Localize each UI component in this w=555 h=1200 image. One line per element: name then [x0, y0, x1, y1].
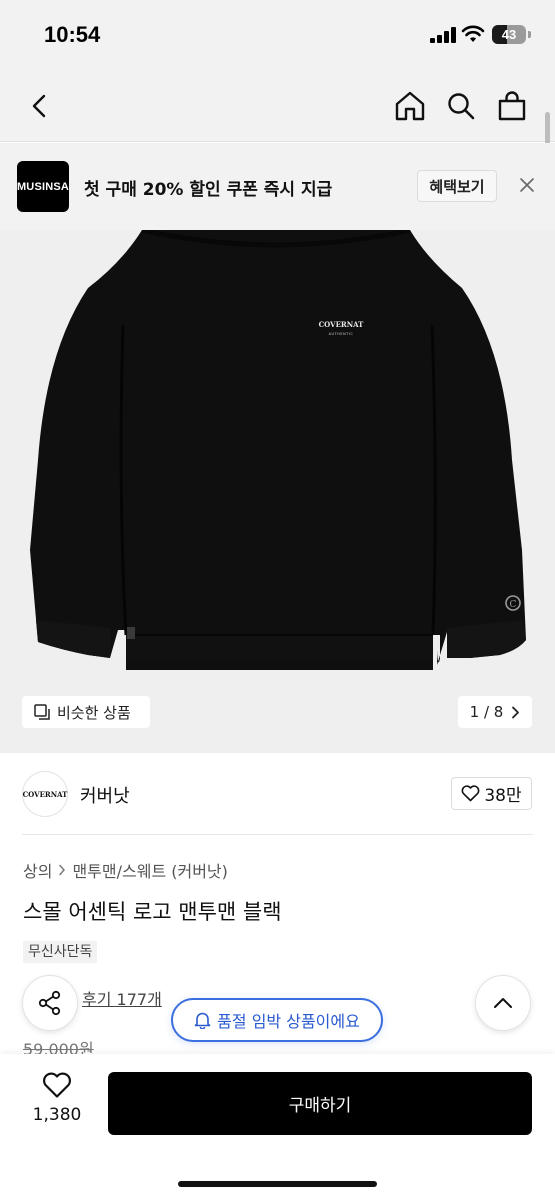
status-time: 10:54 — [44, 22, 101, 47]
promo-text: 첫 구매 20% 할인 쿠폰 즉시 지급 — [84, 180, 333, 200]
brand-like-button[interactable]: 38만 — [451, 777, 532, 810]
breadcrumb-item[interactable]: 상의 — [23, 858, 52, 882]
back-button[interactable] — [18, 84, 62, 128]
bell-icon — [194, 1012, 211, 1029]
promo-close-button[interactable] — [512, 170, 542, 200]
page-counter-text: 1 / 8 — [469, 703, 504, 721]
stock-alert-pill[interactable]: 품절 임박 상품이에요 — [171, 998, 383, 1042]
breadcrumb: 상의 맨투맨/스웨트 (커버낫) — [23, 858, 228, 882]
battery-icon: 43 — [492, 25, 526, 44]
close-icon — [520, 178, 534, 192]
wifi-icon — [461, 25, 485, 42]
breadcrumb-item[interactable]: 맨투맨/스웨트 (커버낫) — [72, 858, 227, 882]
search-button[interactable] — [439, 84, 483, 128]
chevron-up-icon — [494, 998, 512, 1008]
print-logo-text: COVERNAT — [319, 320, 365, 329]
similar-items-icon — [34, 703, 50, 720]
home-icon — [395, 91, 425, 121]
home-button[interactable] — [388, 84, 432, 128]
brand-like-count: 38만 — [484, 786, 522, 806]
print-logo-subtext: AUTHENTIC — [329, 332, 354, 336]
similar-products-button[interactable]: 비슷한 상품 — [22, 696, 150, 728]
musinsa-logo: MUSINSA — [17, 161, 69, 212]
promo-banner: MUSINSA 첫 구매 20% 할인 쿠폰 즉시 지급 혜택보기 — [0, 143, 555, 230]
exclusive-badge: 무신사단독 — [23, 941, 98, 963]
cart-button[interactable] — [490, 84, 534, 128]
status-bar: 10:54 43 — [0, 0, 555, 70]
brand-logo[interactable]: COVERNAT — [22, 771, 68, 817]
wishlist-button[interactable]: 1,380 — [22, 1072, 92, 1134]
heart-icon — [43, 1072, 71, 1098]
similar-products-label: 비슷한 상품 — [57, 703, 131, 722]
benefit-button[interactable]: 혜택보기 — [417, 170, 497, 202]
brand-name[interactable]: 커버낫 — [80, 782, 130, 808]
cuff-mark: C — [510, 600, 517, 610]
divider — [22, 834, 533, 835]
search-icon — [448, 93, 475, 120]
reviews-link[interactable]: 후기 177개 — [82, 986, 162, 1010]
sweatshirt-image: COVERNAT AUTHENTIC C — [30, 230, 526, 670]
buy-button[interactable]: 구매하기 — [108, 1072, 532, 1135]
signal-icon — [430, 27, 456, 43]
chevron-left-icon — [32, 94, 46, 118]
brand-row: COVERNAT 커버낫 38만 — [0, 753, 555, 835]
wishlist-count: 1,380 — [32, 1105, 82, 1125]
stock-alert-text: 품절 임박 상품이에요 — [217, 1012, 360, 1031]
top-navigation — [0, 70, 555, 142]
scroll-to-top-button[interactable] — [475, 975, 531, 1031]
shopping-bag-icon — [498, 91, 526, 121]
share-icon — [38, 990, 61, 1016]
chevron-right-icon — [512, 706, 520, 718]
breadcrumb-separator-icon — [58, 861, 66, 880]
image-page-counter[interactable]: 1 / 8 — [458, 696, 532, 728]
share-button[interactable] — [22, 975, 78, 1031]
battery-level: 43 — [501, 27, 517, 42]
home-indicator — [178, 1181, 377, 1187]
heart-icon — [461, 785, 480, 802]
bottom-action-bar: 1,380 구매하기 — [0, 1054, 555, 1200]
product-image-carousel[interactable]: COVERNAT AUTHENTIC C 비슷한 상품 1 / 8 — [0, 230, 555, 753]
product-title: 스몰 어센틱 로고 맨투맨 블랙 — [23, 900, 282, 924]
battery-nub — [528, 31, 531, 38]
